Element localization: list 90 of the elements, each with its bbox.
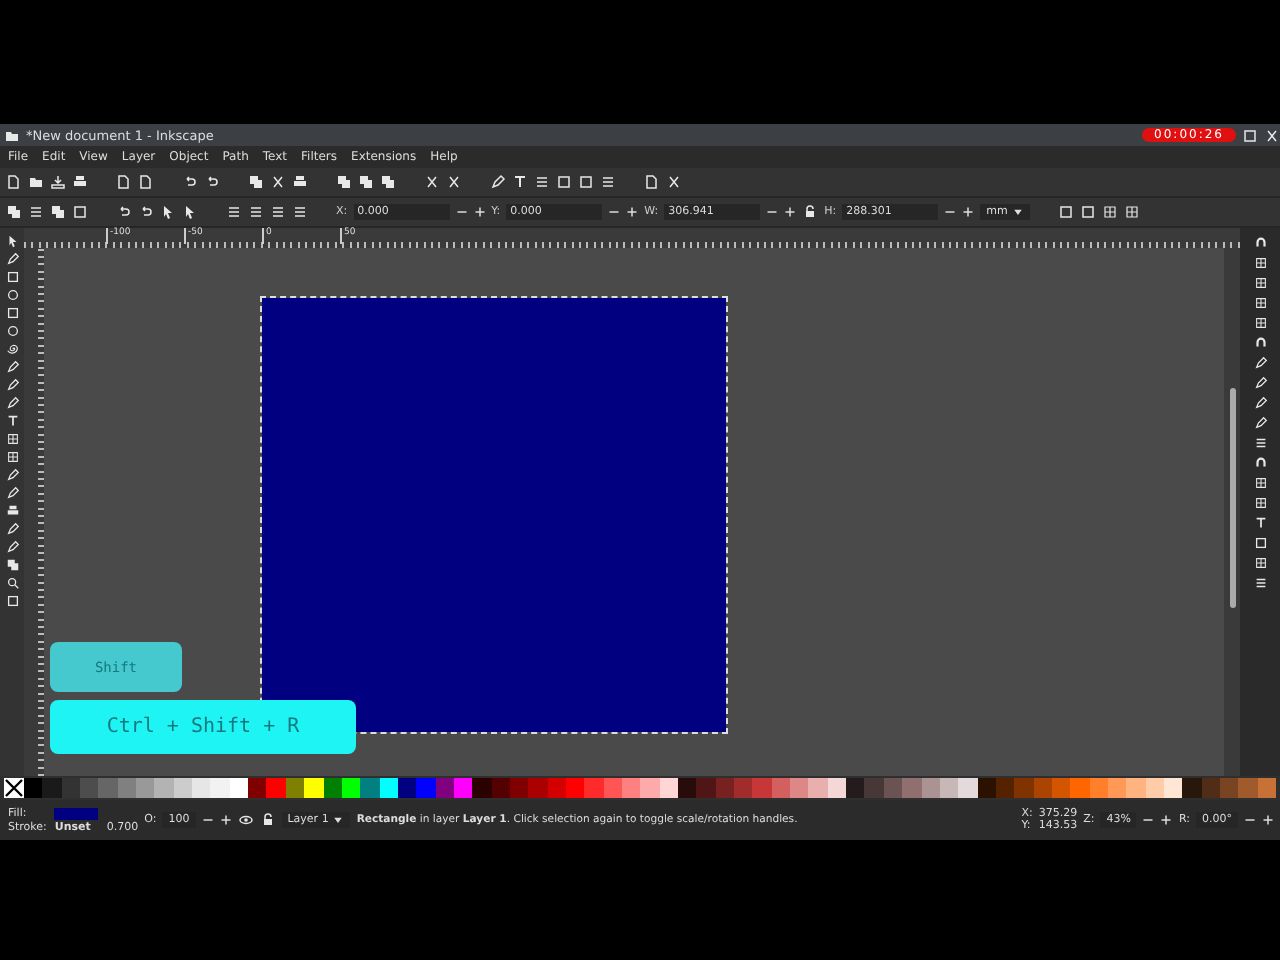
rectangle-icon[interactable] — [5, 270, 19, 284]
eye-icon[interactable] — [237, 812, 254, 828]
lock-icon[interactable] — [802, 204, 819, 220]
redo-icon[interactable] — [204, 174, 220, 190]
color-swatch[interactable] — [958, 778, 978, 798]
color-swatch[interactable] — [864, 778, 884, 798]
snap-grid-icon[interactable] — [1253, 296, 1267, 310]
minus-button[interactable] — [766, 206, 779, 218]
snap-grid-icon[interactable] — [1253, 556, 1267, 570]
color-swatch[interactable] — [734, 778, 753, 798]
text-icon[interactable] — [512, 174, 528, 190]
print-icon[interactable] — [72, 174, 88, 190]
snap-grid-icon[interactable] — [1253, 476, 1267, 490]
plus-button[interactable] — [1262, 814, 1274, 826]
color-swatch[interactable] — [360, 778, 380, 798]
pencil-icon[interactable] — [5, 378, 19, 392]
lines-icon[interactable] — [534, 174, 550, 190]
color-swatch[interactable] — [24, 778, 43, 798]
lock-icon[interactable] — [259, 812, 276, 828]
no-paint-swatch[interactable] — [4, 778, 24, 798]
minus-button[interactable] — [608, 206, 621, 218]
restore-icon[interactable] — [1242, 127, 1258, 143]
caret-icon[interactable] — [1011, 206, 1024, 218]
color-swatch[interactable] — [98, 778, 118, 798]
color-swatch[interactable] — [584, 778, 604, 798]
plus-button[interactable] — [784, 206, 797, 218]
pen-icon[interactable] — [490, 174, 506, 190]
save-icon[interactable] — [50, 174, 66, 190]
snap-grid-icon[interactable] — [1253, 316, 1267, 330]
color-swatch[interactable] — [528, 778, 548, 798]
undo-icon[interactable] — [182, 174, 198, 190]
plus-button[interactable] — [219, 814, 232, 826]
plus-button[interactable] — [1160, 814, 1173, 826]
magnet-icon[interactable] — [1253, 336, 1267, 350]
magnet-icon[interactable] — [1253, 456, 1267, 470]
color-swatch[interactable] — [622, 778, 641, 798]
scrollbar-thumb[interactable] — [1229, 388, 1235, 608]
color-swatch[interactable] — [678, 778, 697, 798]
color-swatch[interactable] — [902, 778, 921, 798]
rotate-cw-icon[interactable] — [138, 204, 154, 220]
magnet-icon[interactable] — [1253, 236, 1267, 250]
snap-grid-icon[interactable] — [1253, 276, 1267, 290]
new-document-icon[interactable] — [6, 174, 22, 190]
minus-button[interactable] — [201, 814, 214, 826]
color-swatch[interactable] — [266, 778, 286, 798]
copy-icon[interactable] — [248, 174, 264, 190]
ellipse-icon[interactable] — [5, 288, 19, 302]
color-swatch[interactable] — [248, 778, 267, 798]
color-swatch[interactable] — [808, 778, 828, 798]
minus-button[interactable] — [455, 206, 468, 218]
selector-icon[interactable] — [5, 234, 19, 248]
plus-button[interactable] — [473, 206, 486, 218]
color-swatch[interactable] — [472, 778, 492, 798]
color-swatch[interactable] — [154, 778, 174, 798]
rotate-ccw-icon[interactable] — [116, 204, 132, 220]
color-swatch[interactable] — [304, 778, 323, 798]
caret-icon[interactable] — [332, 814, 345, 826]
color-swatch[interactable] — [136, 778, 155, 798]
plus-button[interactable] — [962, 206, 975, 218]
color-swatch[interactable] — [80, 778, 99, 798]
minus-button[interactable] — [944, 206, 957, 218]
color-swatch[interactable] — [210, 778, 230, 798]
color-swatch[interactable] — [1220, 778, 1239, 798]
text-tool-icon[interactable] — [5, 414, 19, 428]
color-swatch[interactable] — [1070, 778, 1090, 798]
color-swatch[interactable] — [1238, 778, 1258, 798]
fill-swatch[interactable] — [54, 807, 99, 819]
color-swatch[interactable] — [192, 778, 211, 798]
color-swatch[interactable] — [790, 778, 809, 798]
color-swatch[interactable] — [416, 778, 436, 798]
open-icon[interactable] — [28, 174, 44, 190]
minus-button[interactable] — [1142, 814, 1155, 826]
color-swatch[interactable] — [640, 778, 660, 798]
color-swatch[interactable] — [1182, 778, 1202, 798]
color-swatch[interactable] — [846, 778, 865, 798]
color-swatch[interactable] — [42, 778, 62, 798]
snap-text-icon[interactable] — [1253, 516, 1267, 530]
color-swatch[interactable] — [1126, 778, 1146, 798]
plus-button[interactable] — [626, 206, 639, 218]
snap-grid-icon[interactable] — [1253, 256, 1267, 270]
minus-button[interactable] — [1244, 814, 1256, 826]
color-swatch[interactable] — [752, 778, 772, 798]
close-icon[interactable] — [1264, 127, 1280, 143]
duplicate-icon[interactable] — [336, 174, 352, 190]
color-swatch[interactable] — [696, 778, 716, 798]
keystroke-overlay: Ctrl + Shift + R — [50, 700, 356, 754]
snap-grid-icon[interactable] — [1253, 496, 1267, 510]
color-swatch[interactable] — [1014, 778, 1034, 798]
spiral-icon[interactable] — [5, 342, 19, 356]
zoom-icon[interactable] — [5, 576, 19, 590]
